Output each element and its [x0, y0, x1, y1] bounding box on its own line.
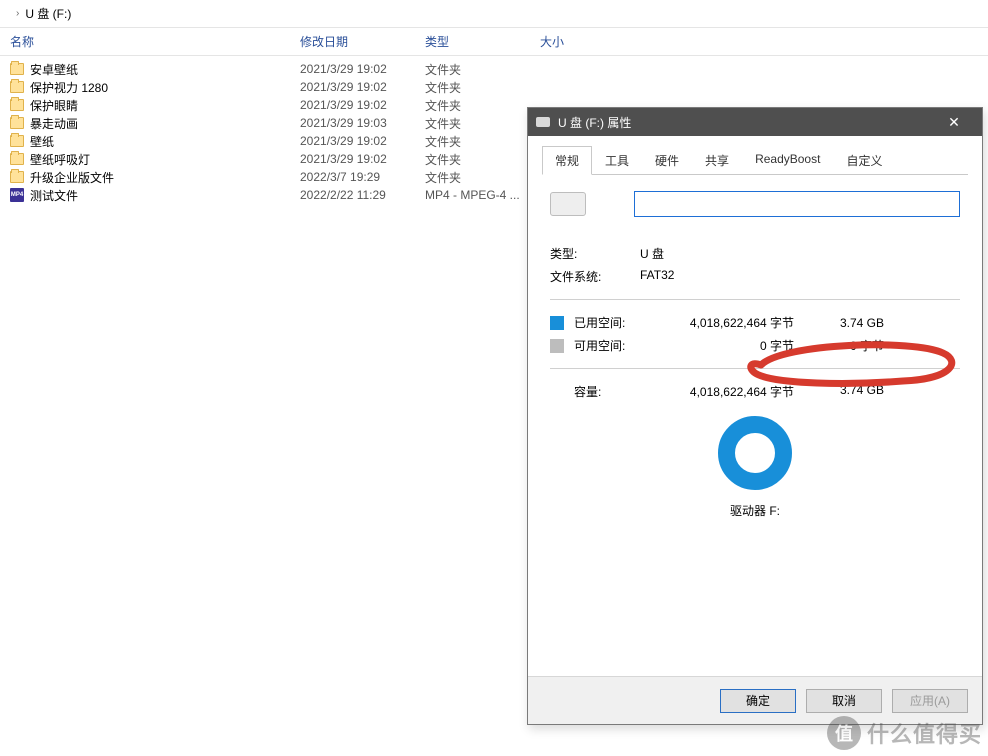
file-date: 2021/3/29 19:02: [290, 80, 415, 94]
used-space-label: 已用空间:: [574, 314, 654, 331]
drive-icon: [536, 117, 550, 127]
column-header-size[interactable]: 大小: [530, 33, 988, 50]
file-date: 2021/3/29 19:02: [290, 62, 415, 76]
column-header-type[interactable]: 类型: [415, 33, 530, 50]
tab-硬件[interactable]: 硬件: [642, 146, 692, 175]
properties-dialog: U 盘 (F:) 属性 ✕ 常规工具硬件共享ReadyBoost自定义 类型:U…: [527, 107, 983, 725]
free-space-label: 可用空间:: [574, 337, 654, 354]
type-value: U 盘: [640, 245, 664, 262]
file-date: 2021/3/29 19:02: [290, 134, 415, 148]
free-space-gb: 0 字节: [814, 337, 884, 354]
file-name: 壁纸: [30, 133, 54, 150]
file-date: 2022/2/22 11:29: [290, 188, 415, 202]
used-space-bytes: 4,018,622,464 字节: [654, 314, 814, 331]
file-type: MP4 - MPEG-4 ...: [415, 188, 530, 202]
file-date: 2021/3/29 19:02: [290, 98, 415, 112]
capacity-label: 容量:: [550, 383, 654, 400]
file-name: 测试文件: [30, 187, 78, 204]
mp4-icon: MP4: [10, 188, 24, 202]
close-button[interactable]: ✕: [934, 108, 974, 136]
file-name: 保护眼睛: [30, 97, 78, 114]
file-row[interactable]: 保护视力 1280 2021/3/29 19:02文件夹: [0, 78, 988, 96]
used-space-swatch: [550, 316, 564, 330]
watermark: 值 什么值得买: [827, 716, 982, 750]
capacity-gb: 3.74 GB: [814, 383, 884, 400]
divider: [550, 299, 960, 300]
folder-icon: [10, 153, 24, 165]
dialog-titlebar[interactable]: U 盘 (F:) 属性 ✕: [528, 108, 982, 136]
watermark-text: 什么值得买: [867, 717, 982, 749]
tab-常规[interactable]: 常规: [542, 146, 592, 175]
file-name: 壁纸呼吸灯: [30, 151, 90, 168]
file-row[interactable]: 安卓壁纸 2021/3/29 19:02文件夹: [0, 60, 988, 78]
drive-icon-large: [550, 192, 586, 216]
file-date: 2021/3/29 19:03: [290, 116, 415, 130]
breadcrumb-segment[interactable]: U 盘 (F:): [25, 5, 71, 22]
drive-name-input[interactable]: [634, 191, 960, 217]
type-label: 类型:: [550, 245, 640, 262]
file-type: 文件夹: [415, 133, 530, 150]
file-type: 文件夹: [415, 61, 530, 78]
file-type: 文件夹: [415, 169, 530, 186]
folder-icon: [10, 135, 24, 147]
file-name: 升级企业版文件: [30, 169, 114, 186]
folder-icon: [10, 117, 24, 129]
filesystem-label: 文件系统:: [550, 268, 640, 285]
breadcrumb[interactable]: › U 盘 (F:): [0, 0, 988, 28]
ok-button[interactable]: 确定: [720, 689, 796, 713]
folder-icon: [10, 81, 24, 93]
capacity-bytes: 4,018,622,464 字节: [654, 383, 814, 400]
tab-strip: 常规工具硬件共享ReadyBoost自定义: [528, 136, 982, 175]
file-name: 暴走动画: [30, 115, 78, 132]
tab-自定义[interactable]: 自定义: [833, 146, 895, 175]
filesystem-value: FAT32: [640, 268, 674, 285]
file-type: 文件夹: [415, 79, 530, 96]
file-type: 文件夹: [415, 97, 530, 114]
tab-共享[interactable]: 共享: [692, 146, 742, 175]
dialog-title: U 盘 (F:) 属性: [558, 114, 631, 131]
file-name: 保护视力 1280: [30, 79, 108, 96]
file-name: 安卓壁纸: [30, 61, 78, 78]
folder-icon: [10, 99, 24, 111]
divider: [550, 368, 960, 369]
column-header-date[interactable]: 修改日期: [290, 33, 415, 50]
tab-工具[interactable]: 工具: [592, 146, 642, 175]
tab-readyboost[interactable]: ReadyBoost: [742, 146, 833, 175]
watermark-icon: 值: [827, 716, 861, 750]
folder-icon: [10, 63, 24, 75]
file-type: 文件夹: [415, 115, 530, 132]
file-date: 2022/3/7 19:29: [290, 170, 415, 184]
chevron-right-icon: ›: [16, 8, 19, 19]
apply-button[interactable]: 应用(A): [892, 689, 968, 713]
free-space-swatch: [550, 339, 564, 353]
cancel-button[interactable]: 取消: [806, 689, 882, 713]
drive-label: 驱动器 F:: [550, 502, 960, 519]
close-icon: ✕: [948, 114, 960, 131]
free-space-bytes: 0 字节: [654, 337, 814, 354]
used-space-gb: 3.74 GB: [814, 316, 884, 330]
disk-usage-chart: [718, 416, 792, 490]
column-header-row: 名称 修改日期 类型 大小: [0, 28, 988, 56]
column-header-name[interactable]: 名称: [0, 33, 290, 50]
file-type: 文件夹: [415, 151, 530, 168]
file-date: 2021/3/29 19:02: [290, 152, 415, 166]
folder-icon: [10, 171, 24, 183]
